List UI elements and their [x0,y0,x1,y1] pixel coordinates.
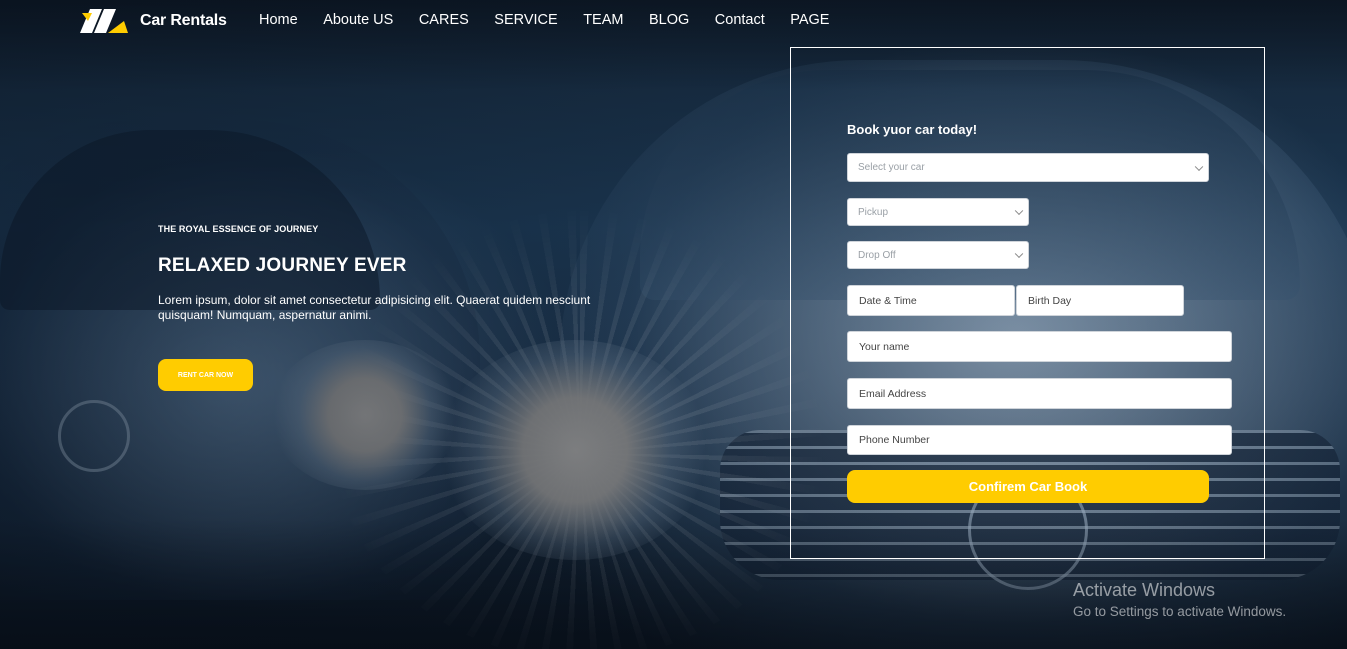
hero-title: RELAXED JOURNEY EVER [158,255,407,276]
chevron-down-icon [1014,206,1024,216]
hero-content: THE ROYAL ESSENCE OF JOURNEY RELAXED JOU… [158,224,638,391]
chevron-down-icon [1194,162,1204,171]
booking-form: Book yuor car today! Select your car Pic… [790,47,1265,559]
chevron-down-icon [1014,249,1024,259]
nav-link-home[interactable]: Home [259,12,298,28]
nav-link-page[interactable]: PAGE [790,12,829,28]
brand-name: Car Rentals [140,12,227,29]
phone-input[interactable] [847,425,1232,455]
pickup-select[interactable]: Pickup [847,198,1029,226]
windows-activation-watermark: Activate Windows Go to Settings to activ… [1073,580,1286,619]
nav-link-team[interactable]: TEAM [583,12,623,28]
booking-form-title: Book yuor car today! [847,122,978,137]
dropoff-select-value: Drop Off [858,249,896,261]
rent-car-now-button[interactable]: RENT CAR NOW [158,359,253,391]
car-select[interactable]: Select your car [847,153,1209,182]
confirm-car-book-button[interactable]: Confirem Car Book [847,470,1209,503]
nav-link-cares[interactable]: CARES [419,12,469,28]
email-input[interactable] [847,378,1232,409]
nav-link-blog[interactable]: BLOG [649,12,689,28]
car-select-value: Select your car [858,162,925,173]
birthday-input[interactable] [1016,285,1184,316]
dropoff-select[interactable]: Drop Off [847,241,1029,269]
brand-link[interactable]: Car Rentals [80,9,227,33]
car-rentals-logo-icon [80,9,128,33]
hero-description: Lorem ipsum, dolor sit amet consectetur … [158,293,591,322]
hero-eyebrow: THE ROYAL ESSENCE OF JOURNEY [158,224,319,234]
name-input[interactable] [847,331,1232,362]
watermark-title: Activate Windows [1073,580,1216,600]
nav-link-about[interactable]: Aboute US [323,12,393,28]
nav-link-service[interactable]: SERVICE [494,12,557,28]
watermark-subtitle: Go to Settings to activate Windows. [1073,604,1287,619]
nav-link-contact[interactable]: Contact [715,12,765,28]
pickup-select-value: Pickup [858,206,889,218]
nav-menu: Home Aboute US CARES SERVICE TEAM BLOG C… [259,12,855,28]
navbar: Car Rentals Home Aboute US CARES SERVICE… [0,0,1347,42]
date-time-input[interactable] [847,285,1015,316]
